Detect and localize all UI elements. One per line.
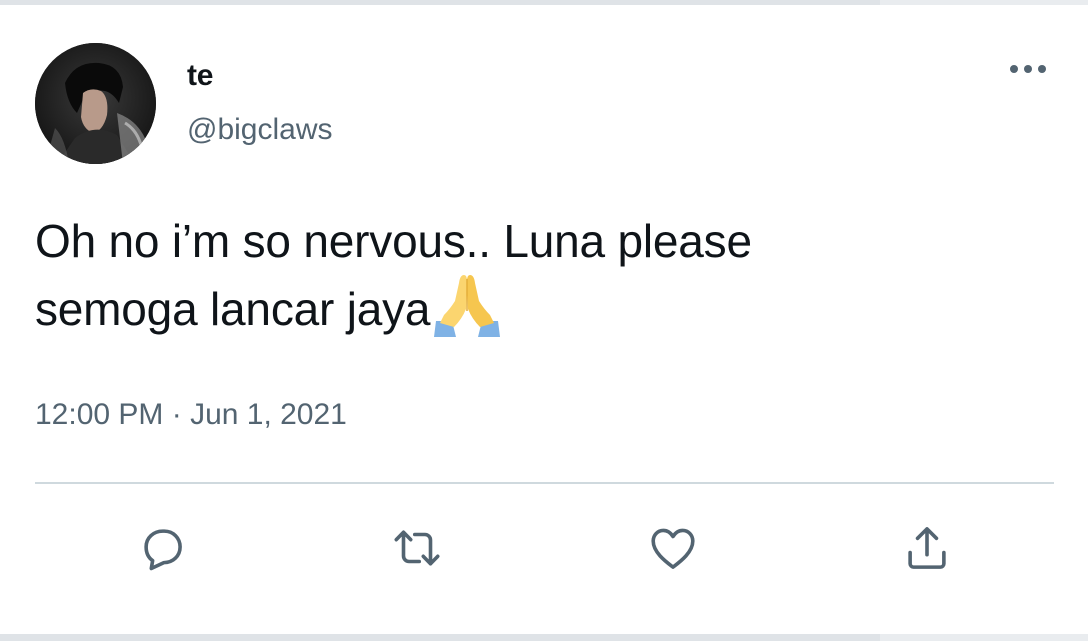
share-icon [908,527,946,569]
user-handle[interactable]: @bigclaws [187,113,333,147]
share-button[interactable] [897,518,957,578]
avatar[interactable] [35,43,156,164]
tweet-text-line-2: semoga lancar jaya [35,271,1045,339]
avatar-image [35,43,156,164]
tweet-text: Oh no i’m so nervous.. Luna please semog… [35,211,1045,339]
reply-button[interactable] [133,518,193,578]
like-icon [651,528,695,569]
display-name[interactable]: te [187,59,213,93]
more-options-icon[interactable] [1006,61,1050,77]
folded-hands-emoji-icon [430,271,504,339]
tweet-card: te @bigclaws Oh no i’m so nervous.. Luna… [0,0,1088,641]
like-button[interactable] [643,518,703,578]
retweet-icon [394,530,440,566]
tweet-text-line-1: Oh no i’m so nervous.. Luna please [35,215,752,267]
reply-icon [144,529,182,571]
tweet-timestamp[interactable]: 12:00 PM · Jun 1, 2021 [35,398,347,432]
retweet-button[interactable] [387,518,447,578]
divider [35,482,1054,484]
tweet-text-line-2-text: semoga lancar jaya [35,283,431,335]
